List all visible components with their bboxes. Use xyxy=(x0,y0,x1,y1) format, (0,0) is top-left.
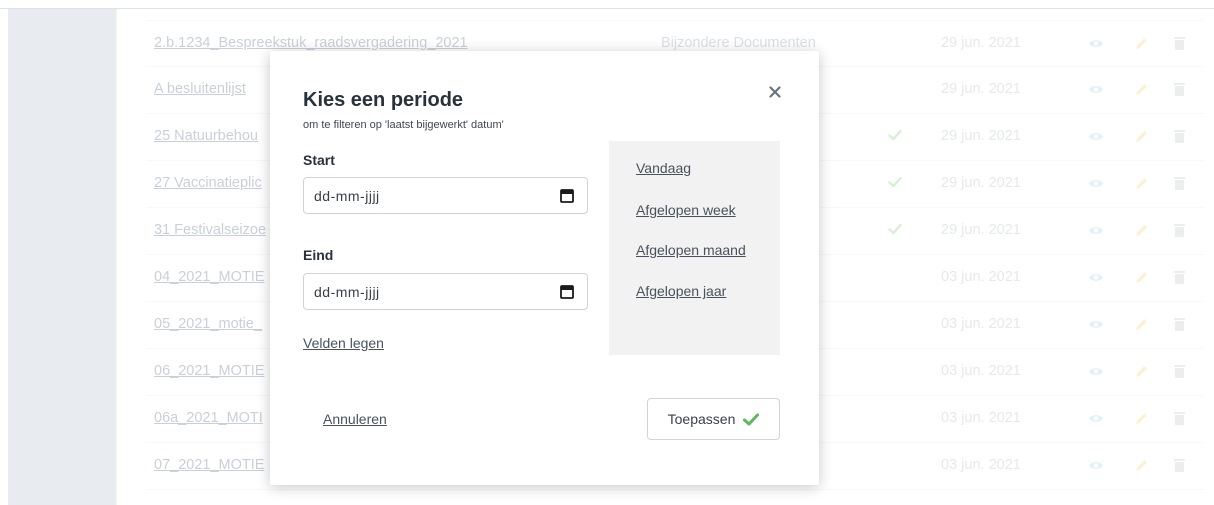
end-date-input[interactable]: dd-mm-jjjj xyxy=(303,273,588,310)
end-date-placeholder: dd-mm-jjjj xyxy=(314,284,380,300)
start-date-placeholder: dd-mm-jjjj xyxy=(314,188,380,204)
period-filter-modal: Kies een periode om te filteren op 'laat… xyxy=(270,51,819,485)
preset-last-week[interactable]: Afgelopen week xyxy=(636,202,736,218)
end-label: Eind xyxy=(303,247,334,263)
apply-button[interactable]: Toepassen xyxy=(647,398,780,440)
preset-today[interactable]: Vandaag xyxy=(636,160,691,176)
preset-panel: Vandaag Afgelopen week Afgelopen maand A… xyxy=(609,141,780,355)
calendar-icon[interactable] xyxy=(560,188,574,203)
apply-label: Toepassen xyxy=(667,411,736,427)
cancel-link[interactable]: Annuleren xyxy=(323,411,387,427)
start-date-input[interactable]: dd-mm-jjjj xyxy=(303,177,588,214)
preset-last-year[interactable]: Afgelopen jaar xyxy=(636,283,726,299)
calendar-icon[interactable] xyxy=(560,284,574,299)
close-icon xyxy=(769,86,781,98)
check-icon xyxy=(743,413,760,425)
preset-last-month[interactable]: Afgelopen maand xyxy=(636,242,746,258)
clear-fields-link[interactable]: Velden legen xyxy=(303,335,384,351)
modal-subtitle: om te filteren op 'laatst bijgewerkt' da… xyxy=(303,119,504,131)
modal-title: Kies een periode xyxy=(303,89,464,111)
start-label: Start xyxy=(303,152,335,168)
close-button[interactable] xyxy=(766,83,784,101)
